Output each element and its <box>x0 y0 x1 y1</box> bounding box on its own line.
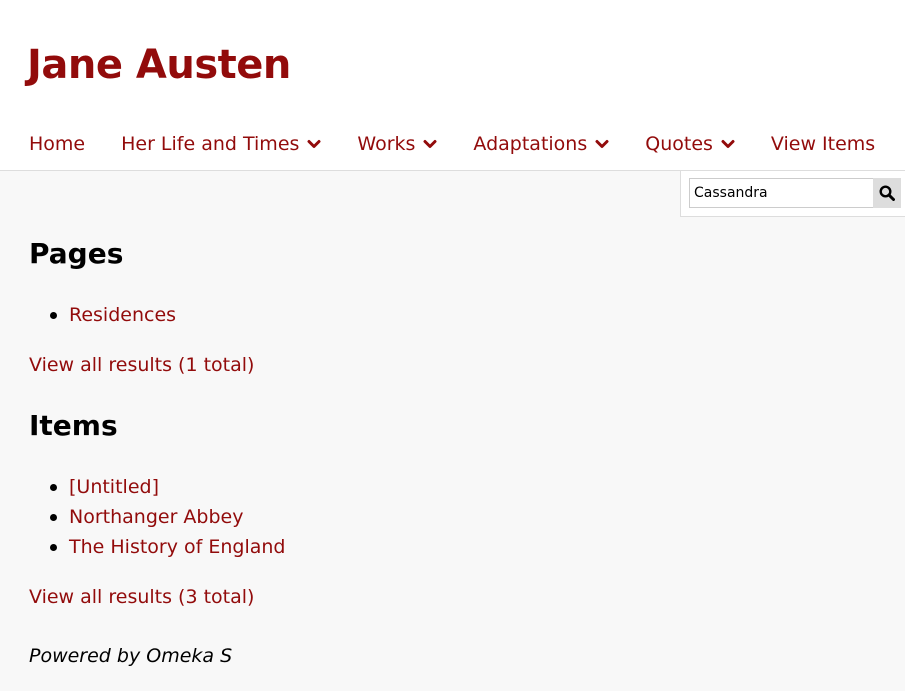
nav-item-label: Quotes <box>645 133 713 155</box>
nav-item-label: Home <box>29 133 86 155</box>
search-button[interactable] <box>873 178 901 208</box>
chevron-down-icon[interactable] <box>721 137 735 151</box>
list-item: Residences <box>50 300 669 330</box>
search-input[interactable] <box>689 178 874 208</box>
items-heading: Items <box>29 409 118 442</box>
site-header: Jane Austen Home Her Life and Times Work… <box>0 0 905 171</box>
search-results: Pages Residences View all results (1 tot… <box>29 236 669 612</box>
pages-list: Residences <box>50 300 669 330</box>
result-link[interactable]: Northanger Abbey <box>69 506 243 528</box>
chevron-down-icon[interactable] <box>595 137 609 151</box>
nav-item-label: Her Life and Times <box>121 133 300 155</box>
chevron-down-icon[interactable] <box>423 137 437 151</box>
view-all-pages-link[interactable]: View all results (1 total) <box>29 350 254 380</box>
view-all-items-link[interactable]: View all results (3 total) <box>29 582 254 612</box>
list-item: The History of England <box>50 532 669 562</box>
site-title[interactable]: Jane Austen <box>27 42 291 88</box>
nav-item-adaptations[interactable]: Adaptations <box>473 133 609 155</box>
list-item: [Untitled] <box>50 472 669 502</box>
list-item: Northanger Abbey <box>50 502 669 532</box>
items-results: Items [Untitled] Northanger Abbey The Hi… <box>29 408 669 612</box>
chevron-down-icon[interactable] <box>307 137 321 151</box>
pages-heading: Pages <box>29 237 124 270</box>
powered-by-footer: Powered by Omeka S <box>29 645 233 667</box>
nav-item-label: Works <box>357 133 416 155</box>
search-icon <box>879 185 895 201</box>
search-form <box>680 171 905 217</box>
pages-results: Pages Residences View all results (1 tot… <box>29 236 669 380</box>
main-nav: Home Her Life and Times Works Adaptation… <box>29 133 875 155</box>
result-link[interactable]: [Untitled] <box>69 476 159 498</box>
nav-item-home[interactable]: Home <box>29 133 85 155</box>
nav-item-label: Adaptations <box>473 133 588 155</box>
result-link[interactable]: The History of England <box>69 536 286 558</box>
nav-item-works[interactable]: Works <box>357 133 437 155</box>
nav-item-her-life-and-times[interactable]: Her Life and Times <box>121 133 321 155</box>
result-link[interactable]: Residences <box>69 304 176 326</box>
items-list: [Untitled] Northanger Abbey The History … <box>50 472 669 562</box>
nav-item-quotes[interactable]: Quotes <box>645 133 735 155</box>
nav-item-view-items[interactable]: View Items <box>771 133 875 155</box>
nav-item-label: View Items <box>770 133 876 155</box>
